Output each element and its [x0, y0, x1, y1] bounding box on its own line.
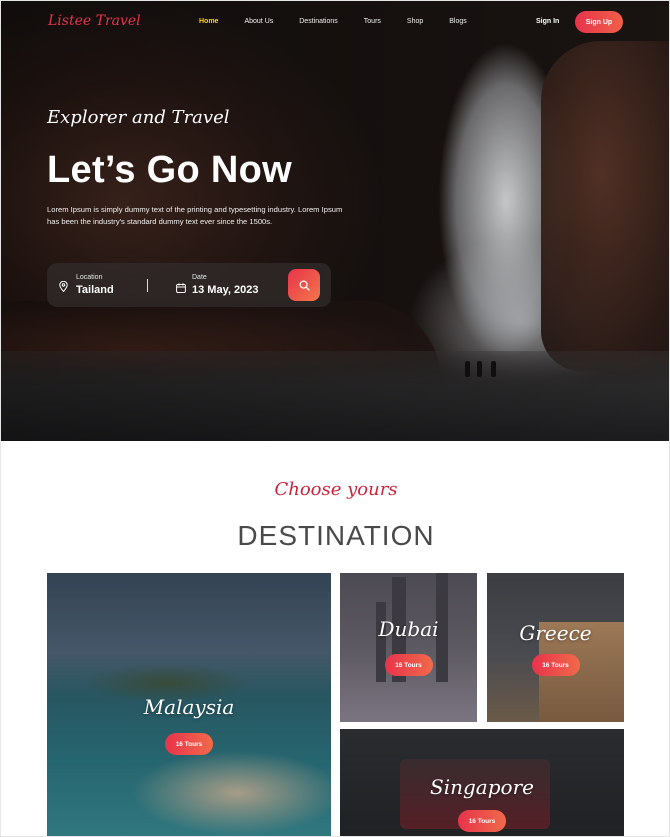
destination-name: Malaysia — [143, 695, 235, 719]
location-label: Location — [76, 274, 103, 281]
main-menu: Home About Us Destinations Tours Shop Bl… — [199, 18, 493, 25]
card-image-tower — [376, 602, 386, 682]
hero-tagline: Explorer and Travel — [47, 107, 230, 128]
tours-button[interactable]: 16 Tours — [458, 810, 506, 832]
nav-item-blogs[interactable]: Blogs — [449, 18, 467, 25]
page: Listee Travel Home About Us Destinations… — [0, 0, 670, 837]
hero-headline: Let’s Go Now — [47, 149, 292, 191]
logo[interactable]: Listee Travel — [48, 13, 141, 29]
calendar-icon — [176, 280, 186, 293]
nav-item-shop[interactable]: Shop — [407, 18, 423, 25]
search-button[interactable] — [288, 269, 320, 301]
section-title: DESTINATION — [237, 520, 435, 551]
top-nav: Listee Travel Home About Us Destinations… — [1, 1, 669, 45]
destination-name: Dubai — [378, 617, 439, 641]
nav-item-destinations[interactable]: Destinations — [299, 18, 338, 25]
destination-card-singapore[interactable]: Singapore 16 Tours — [340, 729, 624, 836]
location-pin-icon — [59, 279, 68, 293]
destination-card-dubai[interactable]: Dubai 16 Tours — [340, 573, 477, 722]
tours-button[interactable]: 16 Tours — [531, 654, 580, 676]
location-field[interactable]: Tailand — [76, 284, 114, 296]
date-field[interactable]: 13 May, 2023 — [192, 284, 258, 296]
destination-name: Greece — [519, 621, 592, 645]
search-icon — [298, 279, 310, 291]
hero-description: Lorem Ipsum is simply dummy text of the … — [47, 205, 343, 226]
sign-up-button[interactable]: Sign Up — [575, 11, 623, 33]
nav-item-home[interactable]: Home — [199, 18, 218, 25]
destination-card-greece[interactable]: Greece 16 Tours — [487, 573, 624, 722]
tours-button[interactable]: 16 Tours — [384, 654, 433, 676]
section-subtitle: Choose yours — [274, 479, 398, 500]
date-label: Date — [192, 274, 207, 281]
sign-in-link[interactable]: Sign In — [536, 18, 559, 25]
nav-item-tours[interactable]: Tours — [364, 18, 381, 25]
destination-name: Singapore — [430, 775, 534, 799]
tours-button[interactable]: 16 Tours — [165, 733, 213, 755]
search-divider — [147, 279, 148, 292]
hero-section: Listee Travel Home About Us Destinations… — [1, 1, 669, 441]
nav-item-about[interactable]: About Us — [244, 18, 273, 25]
destination-card-malaysia[interactable]: Malaysia 16 Tours — [47, 573, 331, 836]
search-bar: Location Tailand Date 13 May, 2023 — [47, 263, 331, 307]
